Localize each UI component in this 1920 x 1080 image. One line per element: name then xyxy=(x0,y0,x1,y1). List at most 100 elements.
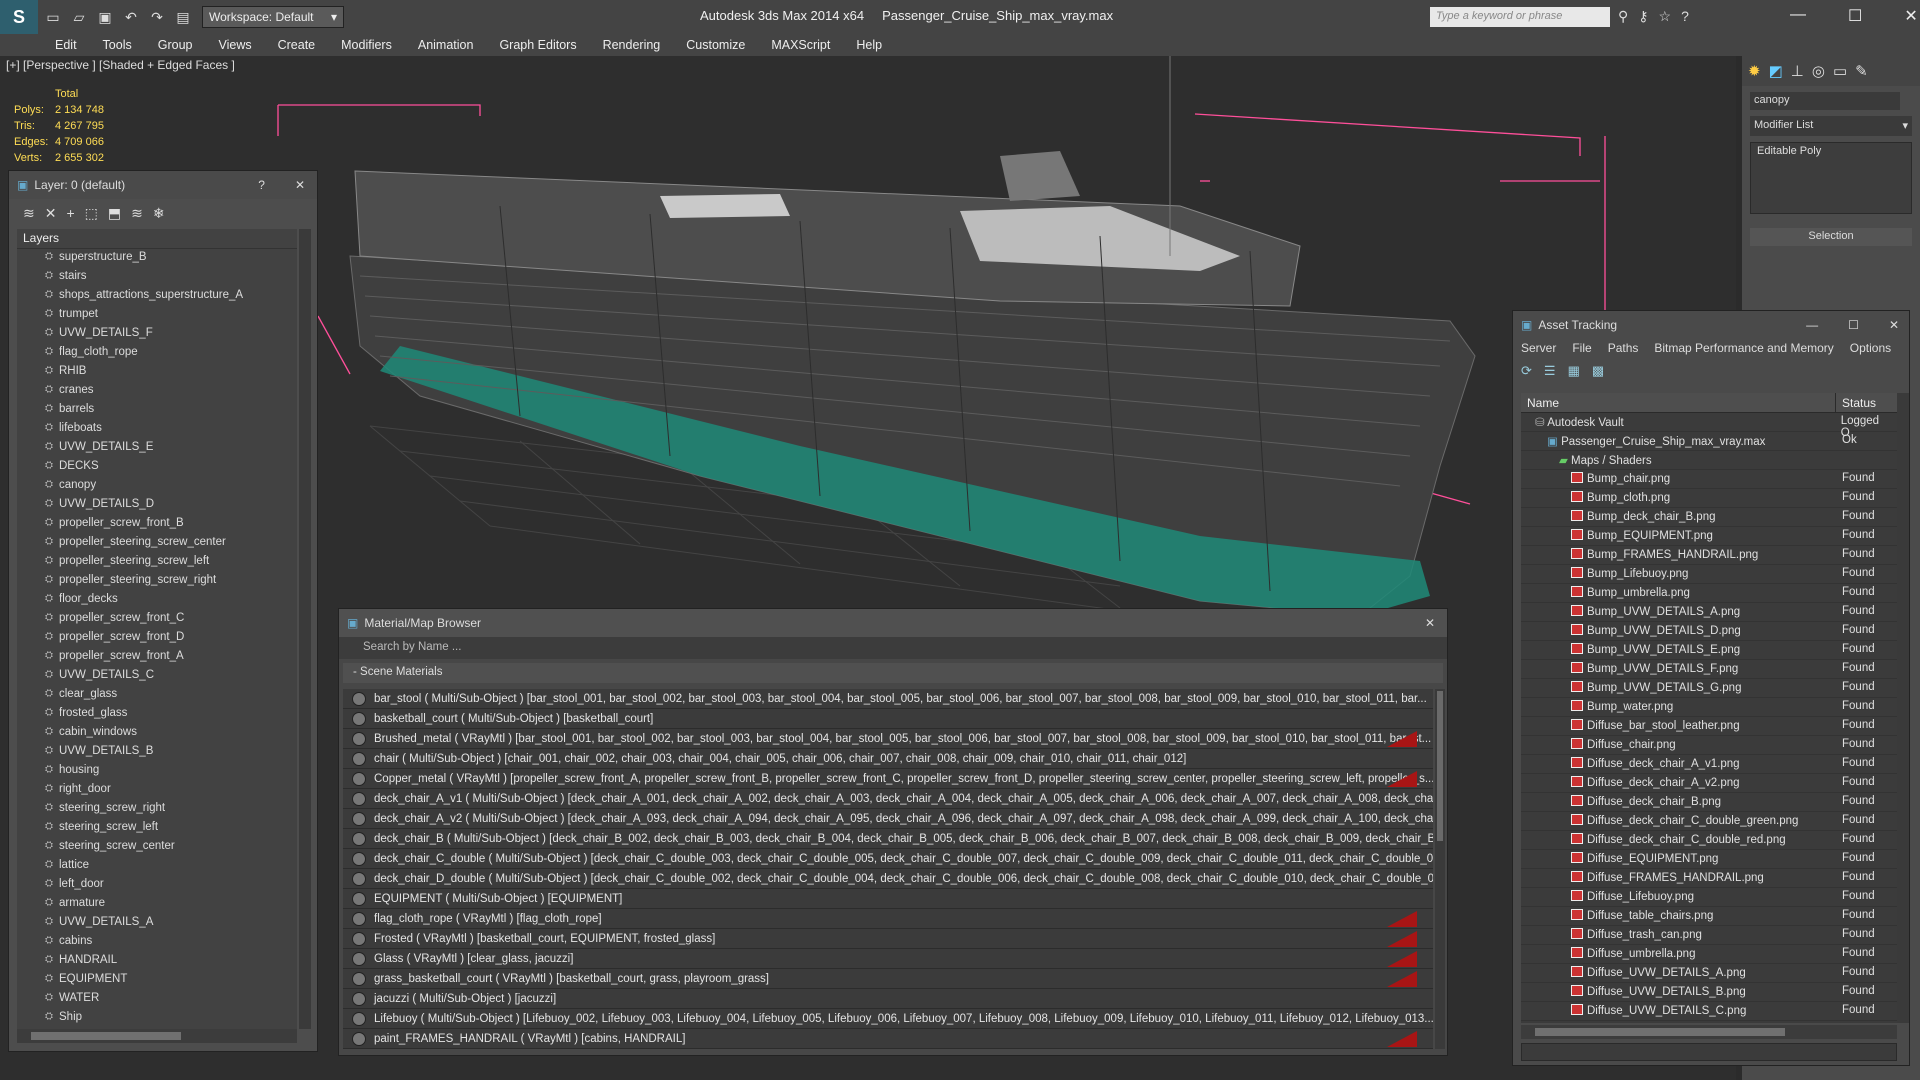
maximize-icon[interactable]: ☐ xyxy=(1848,6,1862,26)
material-list-scrollbar[interactable] xyxy=(1435,689,1445,1049)
help-icon[interactable]: ? xyxy=(258,178,265,192)
star-icon[interactable]: ☆ xyxy=(1659,8,1672,25)
layer-item[interactable]: superstructure_B xyxy=(17,249,297,268)
column-status[interactable]: Status xyxy=(1836,393,1882,412)
menu-item-create[interactable]: Create xyxy=(278,38,316,52)
refresh-icon[interactable]: ⟳ xyxy=(1521,363,1532,381)
menu-item-edit[interactable]: Edit xyxy=(55,38,77,52)
asset-row[interactable]: Bump_UVW_DETAILS_E.png Found xyxy=(1521,641,1897,660)
asset-row[interactable]: Diffuse_deck_chair_C_double_red.png Found xyxy=(1521,831,1897,850)
menu-item-customize[interactable]: Customize xyxy=(686,38,745,52)
layer-item[interactable]: lattice xyxy=(17,857,297,876)
key-icon[interactable]: ⚷ xyxy=(1638,8,1648,25)
layer-item[interactable]: UVW_DETAILS_A xyxy=(17,914,297,933)
layer-item[interactable]: clear_glass xyxy=(17,686,297,705)
menu-item-group[interactable]: Group xyxy=(158,38,193,52)
asset-row[interactable]: Bump_chair.png Found xyxy=(1521,470,1897,489)
layer-item[interactable]: propeller_steering_screw_center xyxy=(17,534,297,553)
layer-item[interactable]: cabin_windows xyxy=(17,724,297,743)
asset-table-hscrollbar[interactable] xyxy=(1521,1025,1897,1039)
material-row[interactable]: deck_chair_C_double ( Multi/Sub-Object )… xyxy=(343,849,1433,869)
menu-item-views[interactable]: Views xyxy=(218,38,251,52)
hide-all-icon[interactable]: ≋ xyxy=(131,205,143,222)
asset-menu-options[interactable]: Options xyxy=(1850,341,1891,357)
layer-item[interactable]: propeller_screw_front_A xyxy=(17,648,297,667)
asset-tracking-header[interactable]: ▣ Asset Tracking — ☐ ✕ xyxy=(1513,311,1909,339)
material-row[interactable]: Lifebuoy ( Multi/Sub-Object ) [Lifebuoy_… xyxy=(343,1009,1433,1029)
asset-row[interactable]: Diffuse_EQUIPMENT.png Found xyxy=(1521,850,1897,869)
layer-item[interactable]: UVW_DETAILS_B xyxy=(17,743,297,762)
layer-item[interactable]: frosted_glass xyxy=(17,705,297,724)
layer-item[interactable]: right_door xyxy=(17,781,297,800)
asset-row[interactable]: Diffuse_trash_can.png Found xyxy=(1521,926,1897,945)
open-file-icon[interactable]: ▱ xyxy=(68,6,90,28)
selection-rollout-header[interactable]: Selection xyxy=(1750,228,1912,246)
asset-row[interactable]: ▰ Maps / Shaders xyxy=(1521,451,1897,470)
scroll-thumb[interactable] xyxy=(1535,1028,1785,1036)
binoculars-icon[interactable]: ⚲ xyxy=(1618,8,1628,25)
asset-row[interactable]: Bump_UVW_DETAILS_G.png Found xyxy=(1521,679,1897,698)
help-search-input[interactable]: Type a keyword or phrase xyxy=(1430,7,1610,27)
layer-item[interactable]: propeller_screw_front_D xyxy=(17,629,297,648)
freeze-all-icon[interactable]: ❄ xyxy=(153,205,165,222)
layer-item[interactable]: RHIB xyxy=(17,363,297,382)
help-icon[interactable]: ? xyxy=(1681,8,1689,25)
asset-row[interactable]: ⛁ Autodesk Vault Logged O xyxy=(1521,413,1897,439)
asset-table-scrollbar[interactable] xyxy=(1897,393,1909,1023)
material-row[interactable]: flag_cloth_rope ( VRayMtl ) [flag_cloth_… xyxy=(343,909,1433,929)
asset-row[interactable]: Bump_deck_chair_B.png Found xyxy=(1521,508,1897,527)
menu-item-tools[interactable]: Tools xyxy=(103,38,132,52)
layer-item[interactable]: cranes xyxy=(17,382,297,401)
layer-item[interactable]: UVW_DETAILS_D xyxy=(17,496,297,515)
asset-row[interactable]: Bump_water.png Found xyxy=(1521,698,1897,717)
material-browser-header[interactable]: ▣ Material/Map Browser ✕ xyxy=(339,609,1447,637)
layer-item[interactable]: Ship xyxy=(17,1009,297,1028)
material-search-input[interactable]: Search by Name ... xyxy=(339,637,1447,659)
menu-item-help[interactable]: Help xyxy=(856,38,882,52)
asset-row[interactable]: Diffuse_FRAMES_HANDRAIL.png Found xyxy=(1521,869,1897,888)
close-icon[interactable]: ✕ xyxy=(1904,6,1917,26)
select-objects-icon[interactable]: ⬚ xyxy=(85,205,98,222)
asset-menu-file[interactable]: File xyxy=(1572,341,1591,357)
menu-item-graph-editors[interactable]: Graph Editors xyxy=(499,38,576,52)
asset-row[interactable]: Diffuse_umbrella.png Found xyxy=(1521,945,1897,964)
scroll-thumb[interactable] xyxy=(31,1032,181,1040)
asset-row[interactable]: Diffuse_deck_chair_A_v2.png Found xyxy=(1521,774,1897,793)
viewport-label[interactable]: [+] [Perspective ] [Shaded + Edged Faces… xyxy=(6,58,235,72)
asset-row[interactable]: Diffuse_deck_chair_B.png Found xyxy=(1521,793,1897,812)
asset-row[interactable]: Diffuse_deck_chair_C_double_green.png Fou… xyxy=(1521,812,1897,831)
layer-list-scrollbar[interactable] xyxy=(299,229,311,1029)
utilities-tab-icon[interactable]: ✎ xyxy=(1855,62,1868,80)
material-row[interactable]: Frosted ( VRayMtl ) [basketball_court, E… xyxy=(343,929,1433,949)
redo-icon[interactable]: ↷ xyxy=(146,6,168,28)
asset-row[interactable]: Diffuse_bar_stool_leather.png Found xyxy=(1521,717,1897,736)
minimize-icon[interactable]: — xyxy=(1790,6,1806,26)
menu-item-rendering[interactable]: Rendering xyxy=(603,38,661,52)
material-row[interactable]: paint_FRAMES_HANDRAIL ( VRayMtl ) [cabin… xyxy=(343,1029,1433,1049)
layer-item[interactable]: propeller_steering_screw_left xyxy=(17,553,297,572)
new-file-icon[interactable]: ▭ xyxy=(42,6,64,28)
menu-item-modifiers[interactable]: Modifiers xyxy=(341,38,392,52)
new-layer-icon[interactable]: ≋ xyxy=(23,205,35,222)
asset-row[interactable]: Bump_FRAMES_HANDRAIL.png Found xyxy=(1521,546,1897,565)
layer-item[interactable]: stairs xyxy=(17,268,297,287)
layer-item[interactable]: lifeboats xyxy=(17,420,297,439)
hierarchy-tab-icon[interactable]: ⊥ xyxy=(1791,62,1804,80)
maximize-icon[interactable]: ☐ xyxy=(1848,318,1859,332)
layer-item[interactable]: flag_cloth_rope xyxy=(17,344,297,363)
object-name-field[interactable]: canopy xyxy=(1750,92,1900,110)
app-logo-icon[interactable]: S xyxy=(0,0,38,34)
asset-row[interactable]: Diffuse_table_chairs.png Found xyxy=(1521,907,1897,926)
asset-row[interactable]: Bump_UVW_DETAILS_D.png Found xyxy=(1521,622,1897,641)
menu-item-maxscript[interactable]: MAXScript xyxy=(771,38,830,52)
asset-row[interactable]: Diffuse_UVW_DETAILS_A.png Found xyxy=(1521,964,1897,983)
layer-item[interactable]: housing xyxy=(17,762,297,781)
material-row[interactable]: bar_stool ( Multi/Sub-Object ) [bar_stoo… xyxy=(343,689,1433,709)
layer-explorer-header[interactable]: ▣ Layer: 0 (default) ? ✕ xyxy=(9,171,317,199)
list-view-icon[interactable]: ☰ xyxy=(1544,363,1556,381)
layer-item[interactable]: DECKS xyxy=(17,458,297,477)
material-row[interactable]: deck_chair_A_v2 ( Multi/Sub-Object ) [de… xyxy=(343,809,1433,829)
asset-row[interactable]: Diffuse_chair.png Found xyxy=(1521,736,1897,755)
layer-list-hscrollbar[interactable] xyxy=(17,1029,297,1043)
menu-item-animation[interactable]: Animation xyxy=(418,38,474,52)
